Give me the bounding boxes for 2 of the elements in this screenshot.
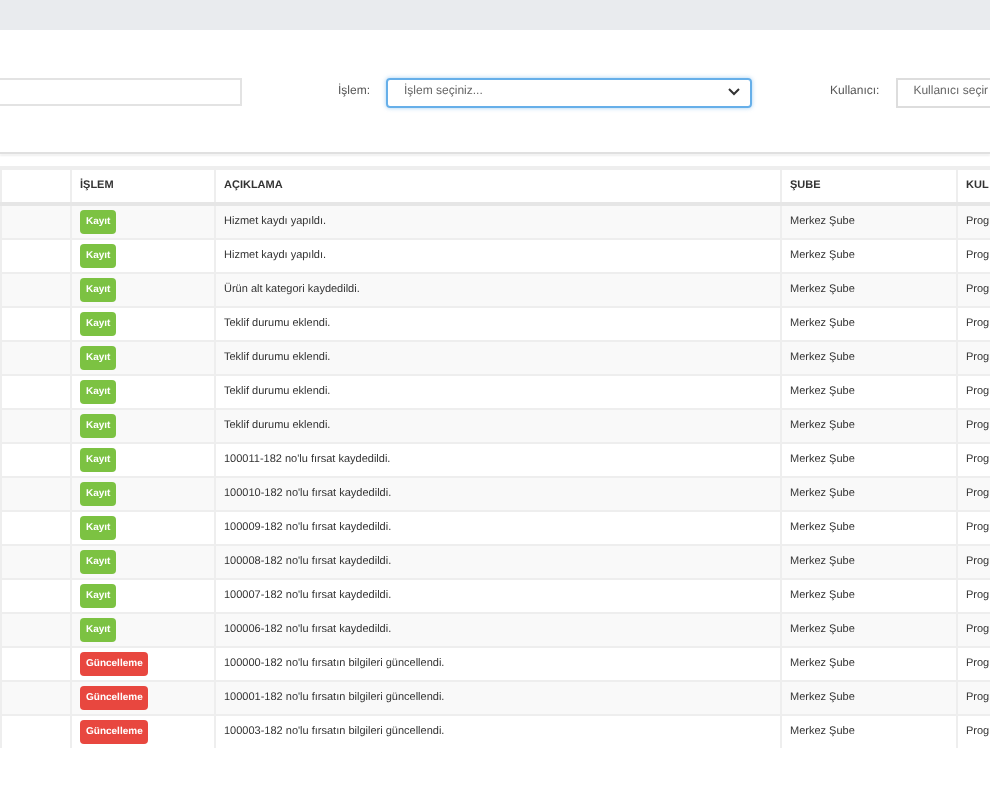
search-field[interactable] <box>0 78 242 106</box>
chevron-down-icon <box>728 88 741 96</box>
